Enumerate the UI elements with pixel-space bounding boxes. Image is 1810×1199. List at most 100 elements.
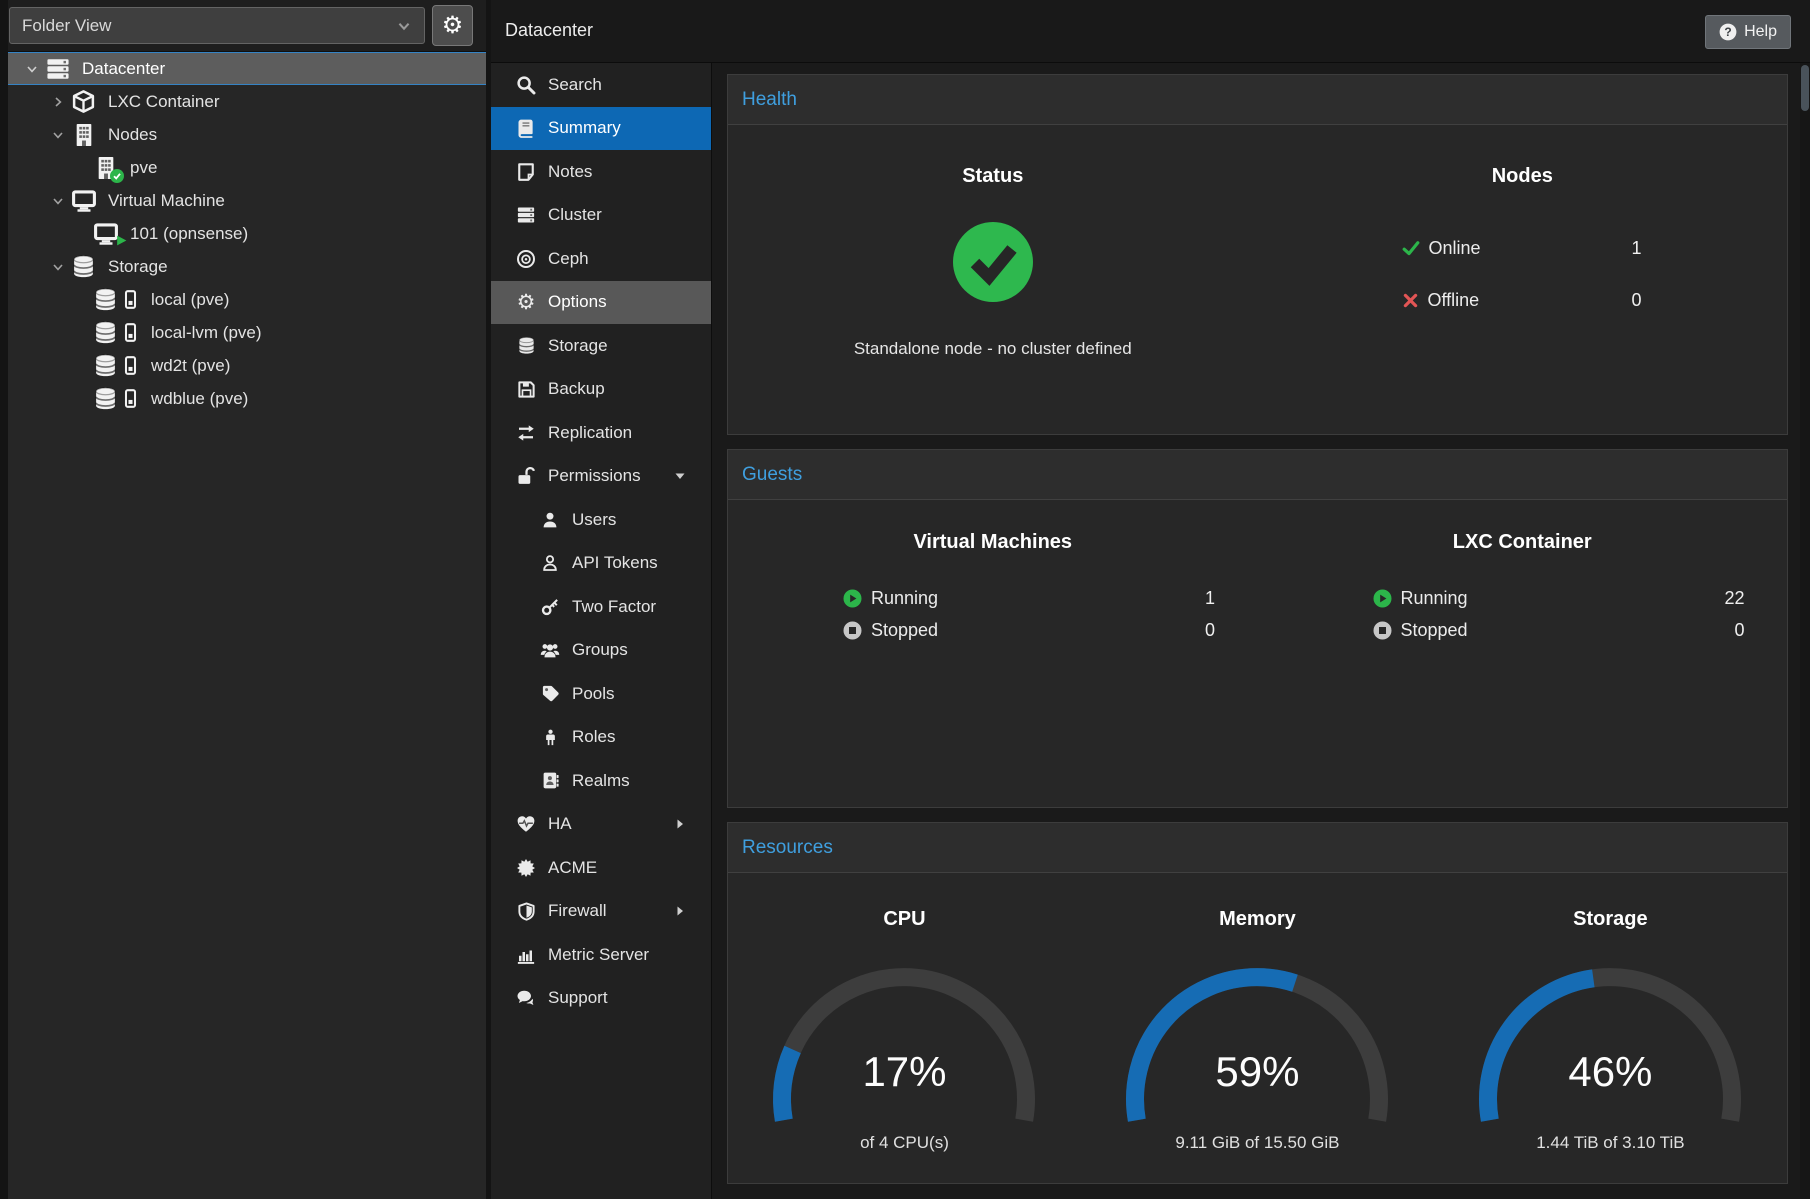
menu-item-ha[interactable]: HA	[491, 803, 711, 847]
chevron-down-icon[interactable]	[48, 128, 68, 142]
menu-item-backup[interactable]: Backup	[491, 368, 711, 412]
menu-item-ceph[interactable]: Ceph	[491, 237, 711, 281]
chevron-right-icon[interactable]	[48, 95, 68, 109]
database-icon	[92, 286, 119, 313]
offline-label: Offline	[1428, 290, 1480, 311]
menu-item-groups[interactable]: Groups	[491, 629, 711, 673]
menu-item-storage[interactable]: Storage	[491, 324, 711, 368]
nodes-status-column: Nodes Online 1 Offline 0	[1258, 125, 1788, 359]
cpu-gauge-column: CPU 17% of 4 CPU(s)	[728, 873, 1081, 1153]
certificate-seal-icon	[515, 857, 537, 879]
content-header: Datacenter ? Help	[491, 0, 1810, 63]
vm-stopped-count: 0	[1205, 620, 1215, 641]
memory-percent: 59%	[1117, 1049, 1397, 1095]
tree-item-nodes[interactable]: Nodes	[8, 118, 486, 151]
memory-gauge-column: Memory 59% 9.11 GiB of 15.50 GiB	[1081, 873, 1434, 1153]
menu-item-pools[interactable]: Pools	[491, 672, 711, 716]
menu-item-acme[interactable]: ACME	[491, 846, 711, 890]
tree-item-lxc-container[interactable]: LXC Container	[8, 85, 486, 118]
chevron-down-icon[interactable]	[22, 62, 42, 76]
gear-icon: ⚙	[442, 11, 464, 40]
nodes-heading: Nodes	[1258, 165, 1788, 188]
chevron-down-icon[interactable]	[48, 260, 68, 274]
lxc-stopped-row: Stopped 0	[1373, 614, 1745, 646]
floppy-icon	[515, 378, 537, 400]
tree-item-label: local-lvm (pve)	[151, 323, 262, 343]
vm-running-count: 1	[1205, 588, 1215, 609]
tree-toolbar: Folder View ⚙	[8, 0, 486, 51]
lxc-running-count: 22	[1724, 588, 1744, 609]
bar-chart-icon	[515, 944, 537, 966]
menu-item-metric-server[interactable]: Metric Server	[491, 933, 711, 977]
comments-icon	[515, 987, 537, 1009]
menu-item-search[interactable]: Search	[491, 63, 711, 107]
menu-item-two-factor[interactable]: Two Factor	[491, 585, 711, 629]
menu-item-roles[interactable]: Roles	[491, 716, 711, 760]
menu-item-realms[interactable]: Realms	[491, 759, 711, 803]
tree-item-storage-wdblue[interactable]: wdblue (pve)	[8, 382, 486, 415]
shield-icon	[515, 900, 537, 922]
check-circle-icon	[952, 221, 1034, 303]
stopped-label: Stopped	[871, 620, 938, 641]
desktop-icon	[70, 187, 97, 214]
menu-item-firewall[interactable]: Firewall	[491, 890, 711, 934]
menu-item-support[interactable]: Support	[491, 977, 711, 1021]
menu-item-replication[interactable]: Replication	[491, 411, 711, 455]
tree-item-label: Storage	[108, 257, 168, 277]
memory-heading: Memory	[1081, 908, 1434, 931]
tree-item-storage-wd2t[interactable]: wd2t (pve)	[8, 349, 486, 382]
nodes-online-row: Online 1	[1402, 222, 1642, 274]
play-badge	[115, 234, 128, 247]
help-button[interactable]: ? Help	[1705, 15, 1791, 49]
menu-item-options[interactable]: ⚙ Options	[491, 281, 711, 325]
database-icon	[92, 352, 119, 379]
memory-gauge: 59%	[1117, 949, 1397, 1139]
tree-item-storage-local[interactable]: local (pve)	[8, 283, 486, 316]
menu-item-notes[interactable]: Notes	[491, 150, 711, 194]
drive-icon	[120, 385, 140, 412]
vertical-scrollbar[interactable]	[1800, 63, 1810, 1199]
health-panel-title: Health	[742, 89, 797, 111]
cpu-gauge: 17%	[764, 949, 1044, 1139]
tag-icon	[539, 683, 561, 705]
caret-down-icon	[674, 470, 686, 482]
running-label: Running	[1401, 588, 1468, 609]
tree-item-datacenter[interactable]: Datacenter	[8, 52, 486, 85]
ceph-icon	[515, 248, 537, 270]
virtual-machines-heading: Virtual Machines	[728, 531, 1258, 554]
note-icon	[515, 161, 537, 183]
stop-circle-icon	[1373, 621, 1392, 640]
scrollbar-thumb[interactable]	[1801, 65, 1809, 111]
server-icon	[515, 204, 537, 226]
tree-item-storage[interactable]: Storage	[8, 250, 486, 283]
menu-item-api-tokens[interactable]: API Tokens	[491, 542, 711, 586]
tree-item-label: LXC Container	[108, 92, 220, 112]
tree-item-virtual-machine[interactable]: Virtual Machine	[8, 184, 486, 217]
menu-item-cluster[interactable]: Cluster	[491, 194, 711, 238]
menu-item-permissions[interactable]: Permissions	[491, 455, 711, 499]
cpu-percent: 17%	[764, 1049, 1044, 1095]
chevron-down-icon[interactable]	[48, 194, 68, 208]
menu-item-summary[interactable]: Summary	[491, 107, 711, 151]
tree-item-label: Nodes	[108, 125, 157, 145]
tree-item-label: wdblue (pve)	[151, 389, 248, 409]
page-title: Datacenter	[505, 20, 593, 41]
tree-item-vm-101[interactable]: 101 (opnsense)	[8, 217, 486, 250]
user-icon	[539, 509, 561, 531]
tree-settings-button[interactable]: ⚙	[432, 5, 473, 46]
drive-icon	[120, 319, 140, 346]
unlock-icon	[515, 465, 537, 487]
menu-item-users[interactable]: Users	[491, 498, 711, 542]
cube-icon	[70, 88, 97, 115]
tree-item-storage-local-lvm[interactable]: local-lvm (pve)	[8, 316, 486, 349]
view-mode-value: Folder View	[22, 16, 111, 36]
view-mode-select[interactable]: Folder View	[9, 7, 425, 44]
tree-item-pve[interactable]: pve	[8, 151, 486, 184]
play-circle-icon	[1373, 589, 1392, 608]
building-icon	[70, 121, 97, 148]
status-heading: Status	[728, 165, 1258, 188]
server-icon	[44, 55, 71, 82]
nodes-offline-row: Offline 0	[1402, 274, 1642, 326]
guests-panel-title: Guests	[742, 464, 802, 486]
lxc-running-row: Running 22	[1373, 582, 1745, 614]
